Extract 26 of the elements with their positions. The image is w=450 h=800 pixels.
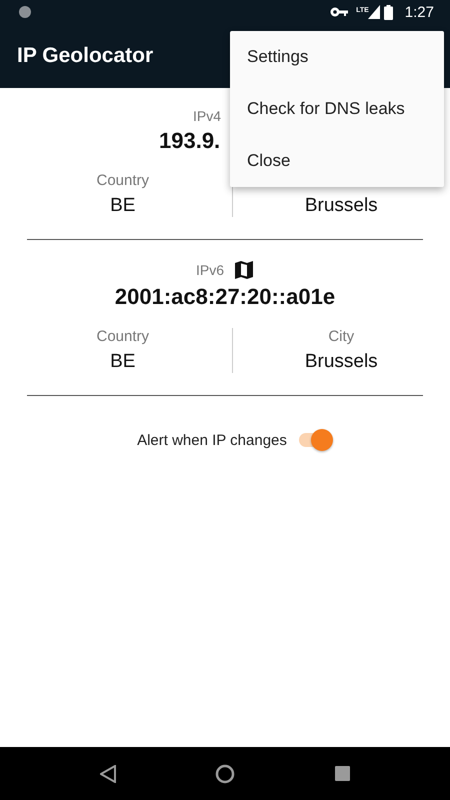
signal-icon	[368, 5, 380, 19]
country-label: Country	[96, 172, 150, 189]
ip-version-label: IPv4	[193, 108, 222, 124]
notification-icon	[18, 5, 32, 19]
country-value: BE	[110, 195, 136, 217]
alert-switch[interactable]	[296, 428, 333, 452]
country-label: Country	[96, 328, 150, 345]
ip-address: 193.9.	[159, 128, 220, 154]
clock: 1:27	[404, 4, 434, 20]
home-icon[interactable]	[215, 764, 236, 784]
menu-item[interactable]: Close	[230, 135, 444, 187]
country-value: BE	[110, 351, 136, 373]
map-icon[interactable]	[234, 260, 254, 280]
key-icon	[330, 7, 348, 17]
back-icon[interactable]	[100, 764, 116, 782]
city-value: Brussels	[304, 351, 378, 373]
app-title: IP Geolocator	[17, 44, 154, 68]
city-label: City	[328, 328, 354, 345]
recents-icon[interactable]	[335, 766, 350, 781]
menu-item[interactable]: Settings	[230, 31, 444, 83]
ip-version-label: IPv6	[196, 262, 224, 278]
battery-icon	[384, 4, 393, 20]
alert-label: Alert when IP changes	[137, 432, 287, 448]
menu-item[interactable]: Check for DNS leaks	[230, 83, 444, 135]
city-value: Brussels	[304, 195, 378, 217]
ip-address: 2001:ac8:27:20::a01e	[114, 284, 336, 310]
